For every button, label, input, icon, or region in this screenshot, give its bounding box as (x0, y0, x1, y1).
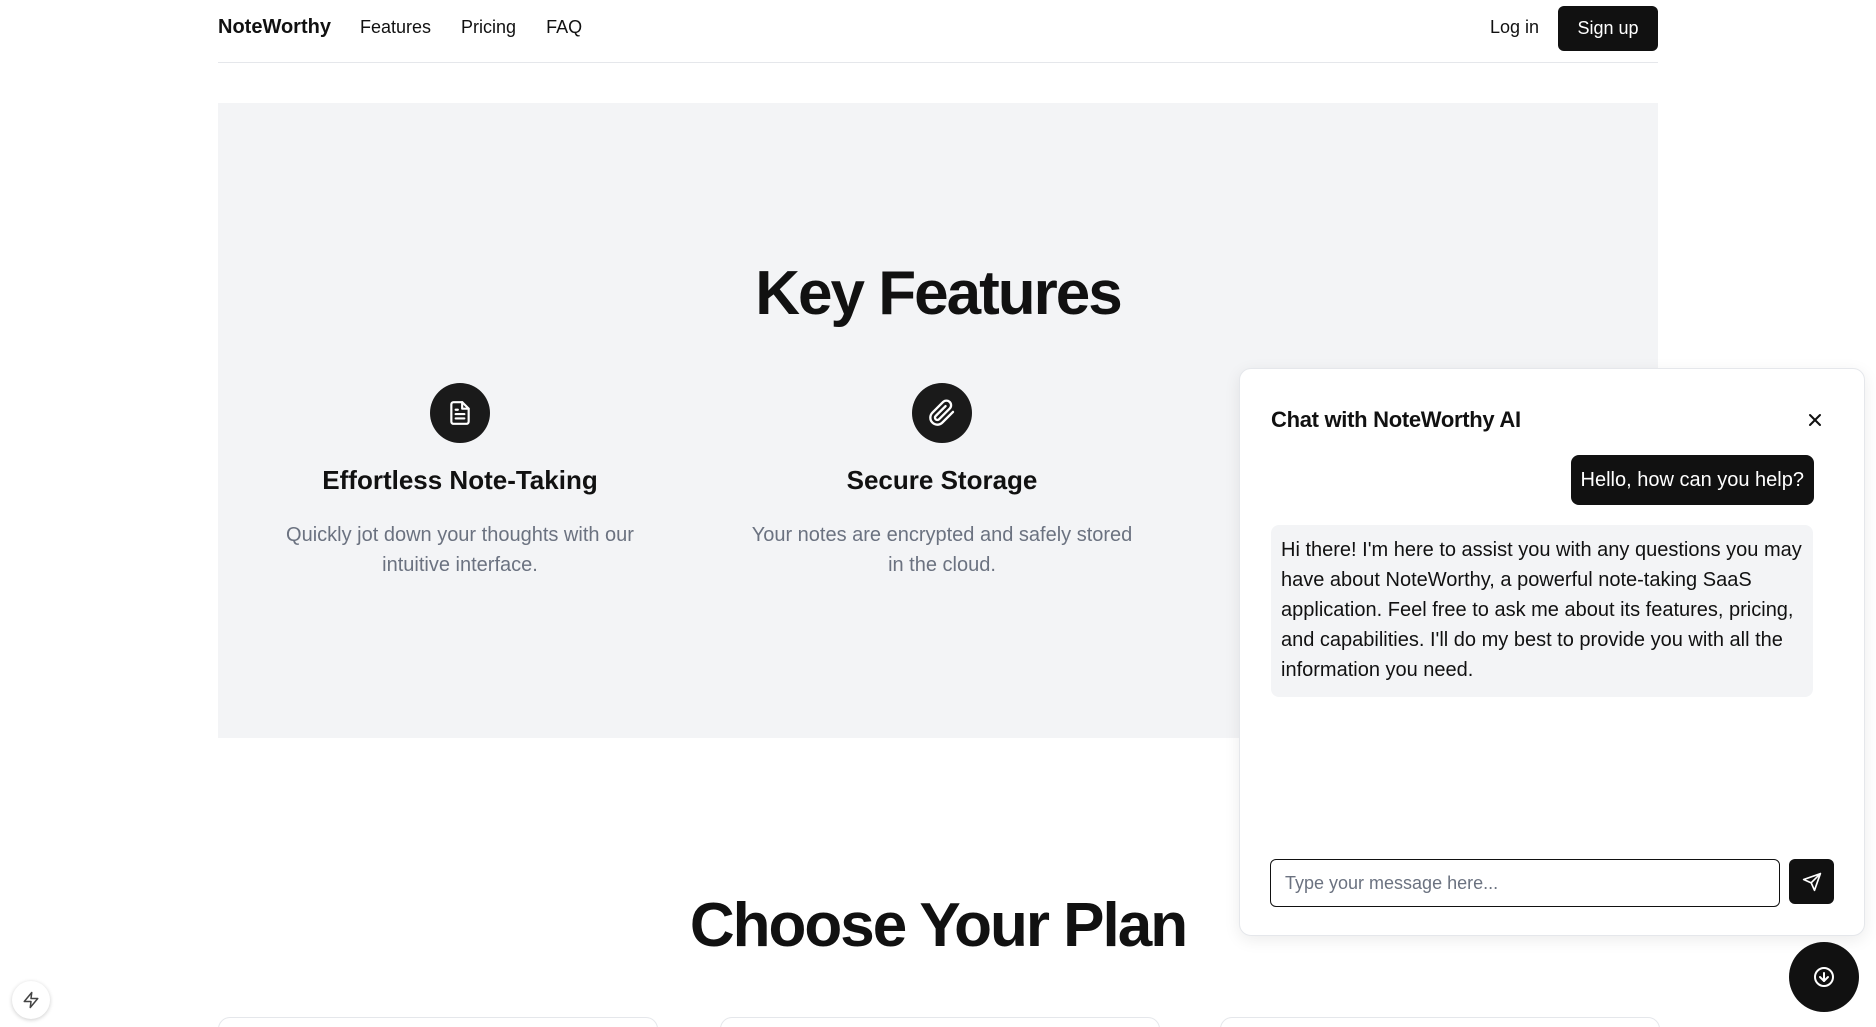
send-icon (1802, 872, 1821, 891)
close-icon[interactable] (1800, 405, 1830, 435)
bolt-icon (23, 991, 39, 1009)
main-nav: Features Pricing FAQ (360, 17, 582, 38)
feature-description: Quickly jot down your thoughts with our … (286, 524, 634, 576)
chat-panel: Chat with NoteWorthy AI Hello, how can y… (1239, 368, 1865, 936)
ai-message: Hi there! I'm here to assist you with an… (1271, 525, 1813, 697)
feature-title: Effortless Note-Taking (322, 465, 598, 495)
bolt-button[interactable] (12, 981, 50, 1019)
brand-logo[interactable]: NoteWorthy (218, 16, 331, 39)
scroll-down-button[interactable] (1789, 942, 1859, 1012)
nav-link-faq[interactable]: FAQ (546, 17, 582, 38)
feature-card: Secure Storage Your notes are encrypted … (722, 383, 1162, 580)
chat-title: Chat with NoteWorthy AI (1271, 407, 1521, 432)
arrow-down-circle-icon (1814, 967, 1834, 987)
site-header: NoteWorthy Features Pricing FAQ Log in S… (218, 0, 1658, 63)
login-link[interactable]: Log in (1490, 17, 1539, 38)
document-icon (430, 383, 490, 443)
plan-card (1220, 1017, 1660, 1027)
paperclip-icon (912, 383, 972, 443)
nav-link-features[interactable]: Features (360, 17, 431, 38)
features-title: Key Features (755, 259, 1122, 328)
nav-link-pricing[interactable]: Pricing (461, 17, 516, 38)
feature-card: Effortless Note-Taking Quickly jot down … (240, 383, 680, 580)
send-button[interactable] (1789, 859, 1834, 904)
signup-button[interactable]: Sign up (1558, 6, 1658, 51)
plan-card (720, 1017, 1160, 1027)
feature-description: Your notes are encrypted and safely stor… (751, 524, 1133, 576)
user-message: Hello, how can you help? (1570, 455, 1814, 505)
plan-card (218, 1017, 658, 1027)
feature-title: Secure Storage (846, 465, 1038, 495)
chat-message-input[interactable] (1270, 859, 1780, 907)
